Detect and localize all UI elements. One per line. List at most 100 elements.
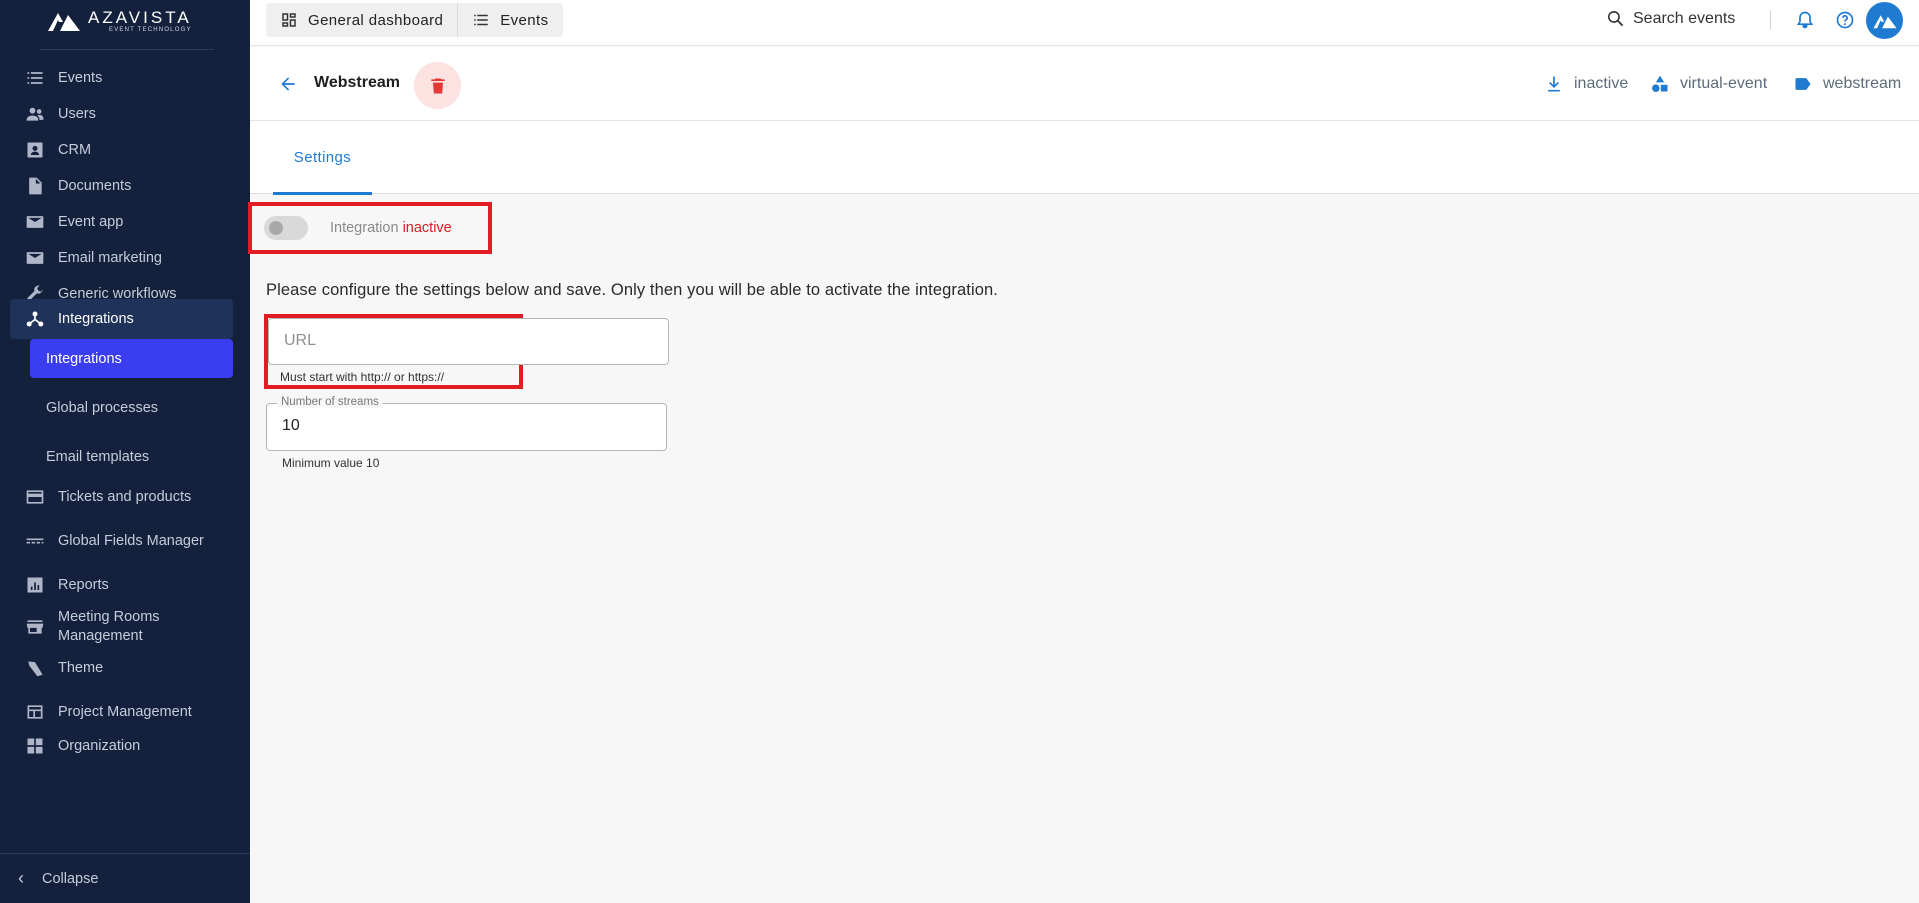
- help-icon[interactable]: [1835, 10, 1855, 30]
- delete-button[interactable]: [414, 62, 461, 109]
- sidebar-item-label: Tickets and products: [58, 489, 192, 505]
- sidebar-item-crm[interactable]: CRM: [10, 130, 233, 170]
- sidebar: AZAVISTA EVENT TECHNOLOGY Events Users C…: [0, 0, 250, 903]
- integration-label-prefix: Integration: [330, 220, 399, 236]
- logo-mark-icon: [48, 13, 80, 31]
- sidebar-subitem-email-templates[interactable]: Email templates: [30, 437, 233, 476]
- shapes-icon: [1652, 75, 1668, 92]
- avatar[interactable]: [1866, 2, 1903, 39]
- sidebar-item-label: Organization: [58, 738, 141, 754]
- brand-name: AZAVISTA: [88, 8, 192, 27]
- type-badge: virtual-event: [1650, 74, 1767, 94]
- integration-toggle[interactable]: [264, 216, 308, 240]
- collapse-label: Collapse: [42, 870, 99, 887]
- sidebar-item-organization[interactable]: Organization: [10, 726, 233, 766]
- mail-icon: [24, 247, 46, 269]
- search-events[interactable]: Search events: [1606, 9, 1735, 28]
- list-icon: [24, 67, 46, 89]
- tag-badge: webstream: [1793, 74, 1901, 94]
- url-placeholder: URL: [284, 332, 317, 349]
- azavista-logo[interactable]: AZAVISTA EVENT TECHNOLOGY: [46, 6, 192, 36]
- tab-label: Events: [500, 11, 549, 29]
- list-icon: [474, 14, 488, 26]
- sidebar-item-event-app[interactable]: Event app: [10, 202, 233, 242]
- sidebar-item-global-fields-manager[interactable]: Global Fields Manager: [10, 521, 233, 561]
- url-helper-text: Must start with http:// or https://: [280, 370, 445, 384]
- sidebar-item-label: Events: [58, 70, 103, 86]
- tag-label: webstream: [1823, 75, 1902, 92]
- sidebar-item-label: Email marketing: [58, 250, 162, 266]
- tab-settings[interactable]: Settings: [273, 121, 372, 195]
- sidebar-item-reports[interactable]: Reports: [10, 565, 233, 605]
- sidebar-item-label: Users: [58, 106, 96, 122]
- type-label: virtual-event: [1680, 75, 1768, 92]
- sidebar-item-label: Documents: [58, 178, 132, 194]
- sidebar-subitem-integrations[interactable]: Integrations: [30, 339, 233, 378]
- collapse-button[interactable]: ‹ Collapse: [0, 853, 250, 903]
- document-icon: [24, 175, 46, 197]
- sidebar-nav: Events Users CRM Documents Event app Ema…: [0, 58, 250, 858]
- sidebar-item-label: Reports: [58, 577, 109, 593]
- sidebar-item-meeting-rooms-management[interactable]: Meeting Rooms Management: [10, 604, 233, 650]
- sidebar-subitem-label: Integrations: [46, 350, 122, 367]
- search-label: Search events: [1633, 9, 1736, 27]
- download-icon: [1548, 76, 1560, 92]
- sidebar-item-label: Meeting Rooms Management: [58, 609, 160, 644]
- integrations-icon: [24, 308, 46, 330]
- sidebar-item-tickets-and-products[interactable]: Tickets and products: [10, 477, 233, 517]
- store-icon: [24, 616, 46, 638]
- streams-field-value: 10: [282, 417, 300, 434]
- dashboard-icon: [282, 13, 296, 27]
- url-field[interactable]: URL: [268, 318, 669, 365]
- streams-helper-text: Minimum value 10: [282, 456, 380, 470]
- streams-field-label: Number of streams: [277, 396, 383, 408]
- brand-tagline: EVENT TECHNOLOGY: [109, 27, 192, 33]
- sidebar-item-label: Project Management: [58, 704, 192, 720]
- label-icon: [1795, 78, 1811, 90]
- sidebar-item-events[interactable]: Events: [10, 58, 233, 98]
- fields-icon: [24, 530, 46, 552]
- tab-general-dashboard[interactable]: General dashboard: [266, 3, 457, 37]
- sidebar-item-users[interactable]: Users: [10, 94, 233, 134]
- divider: [40, 49, 214, 50]
- sidebar-subitem-label: Global processes: [46, 399, 159, 416]
- theme-icon: [24, 657, 46, 679]
- sidebar-subitem-global-processes[interactable]: Global processes: [30, 388, 233, 427]
- bell-icon[interactable]: [1795, 10, 1815, 30]
- bar-chart-icon: [24, 574, 46, 596]
- search-icon: [1607, 10, 1624, 27]
- grid-icon: [24, 735, 46, 757]
- sidebar-item-documents[interactable]: Documents: [10, 166, 233, 206]
- credit-card-icon: [24, 486, 46, 508]
- sidebar-item-label: CRM: [58, 142, 92, 158]
- sidebar-item-integrations[interactable]: Integrations: [10, 299, 233, 339]
- number-of-streams-field[interactable]: Number of streams 10: [266, 396, 667, 451]
- integration-status: inactive: [402, 220, 452, 236]
- page-title: Webstream: [314, 74, 400, 91]
- status-badge: inactive: [1544, 74, 1628, 94]
- top-tabs: General dashboard Events: [266, 3, 563, 37]
- divider: [1770, 11, 1771, 29]
- sidebar-item-theme[interactable]: Theme: [10, 648, 233, 688]
- chevron-left-icon: ‹: [18, 868, 24, 888]
- url-field-highlight: URL Must start with http:// or https://: [264, 314, 669, 389]
- trash-icon: [430, 78, 445, 93]
- integration-status-label: Integration inactive: [330, 220, 452, 236]
- sidebar-item-label: Theme: [58, 660, 104, 676]
- sidebar-subitem-label: Email templates: [46, 448, 150, 465]
- sidebar-item-email-marketing[interactable]: Email marketing: [10, 238, 233, 278]
- tab-label: General dashboard: [308, 11, 444, 29]
- mail-icon: [24, 211, 46, 233]
- settings-content: Integration inactive Please configure th…: [248, 194, 1919, 903]
- toggle-knob: [269, 221, 283, 235]
- tab-events[interactable]: Events: [457, 3, 562, 37]
- logo-mark-icon: [1872, 14, 1897, 28]
- topbar: General dashboard Events Search events: [250, 0, 1919, 46]
- sidebar-item-label: Integrations: [58, 311, 134, 327]
- sidebar-item-label: Event app: [58, 214, 124, 230]
- back-arrow-icon[interactable]: [278, 74, 298, 94]
- page-header: Webstream inactive virtual-event webstre…: [250, 47, 1919, 121]
- users-icon: [24, 103, 46, 125]
- integration-toggle-row: Integration inactive: [248, 202, 492, 254]
- board-icon: [24, 701, 46, 723]
